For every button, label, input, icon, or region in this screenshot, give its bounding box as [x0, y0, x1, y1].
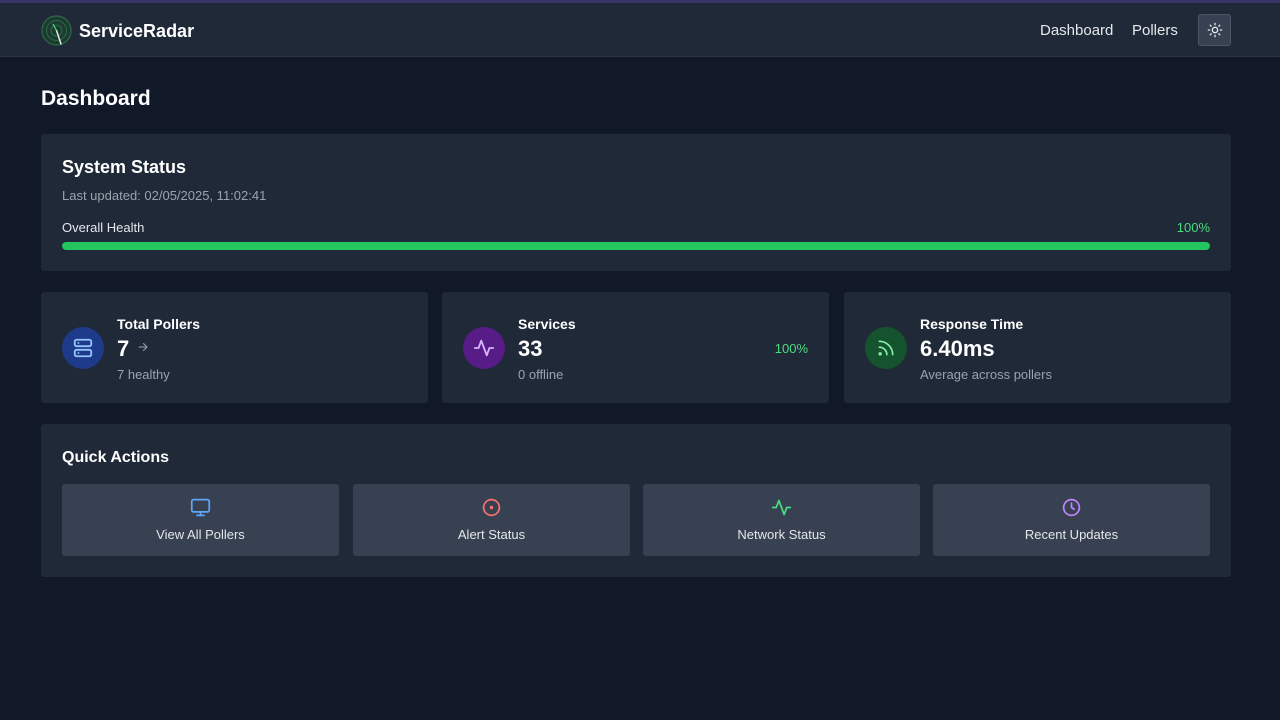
alert-circle-icon: [482, 498, 501, 517]
stat-value: 33: [518, 336, 543, 361]
stat-card-total-pollers[interactable]: Total Pollers 7 7 healthy: [41, 292, 428, 403]
stat-icon-wrapper: [62, 327, 104, 369]
quick-action-label: View All Pollers: [156, 527, 245, 542]
sun-icon: [1207, 22, 1222, 38]
overall-health-value: 100%: [1176, 220, 1210, 235]
quick-actions-title: Quick Actions: [62, 449, 169, 466]
overall-health-label: Overall Health: [62, 220, 145, 235]
network-status-button[interactable]: Network Status: [643, 484, 920, 556]
view-all-pollers-button[interactable]: View All Pollers: [62, 484, 339, 556]
page-title: Dashboard: [41, 87, 151, 110]
quick-action-label: Alert Status: [457, 527, 526, 542]
nav-link-pollers[interactable]: Pollers: [1132, 22, 1178, 39]
stat-value: 7: [117, 336, 130, 361]
services-percent: 100%: [774, 341, 808, 356]
stat-card-services[interactable]: Services 33 100% 0 offline: [442, 292, 829, 403]
last-updated-text: Last updated: 02/05/2025, 11:02:41: [62, 188, 267, 203]
rss-icon: [878, 340, 894, 356]
recent-updates-button[interactable]: Recent Updates: [933, 484, 1210, 556]
quick-action-label: Network Status: [737, 527, 826, 542]
health-progress-bar: [62, 242, 1210, 250]
radar-logo-icon: [41, 15, 72, 46]
stat-subtext: 0 offline: [518, 367, 564, 382]
activity-icon: [771, 499, 792, 516]
app-brand[interactable]: ServiceRadar: [79, 21, 194, 42]
stat-title: Response Time: [920, 316, 1024, 332]
clock-icon: [1062, 498, 1081, 517]
stat-icon-wrapper: [463, 327, 505, 369]
health-progress-fill: [62, 242, 1210, 250]
navbar: ServiceRadar Dashboard Pollers: [0, 3, 1280, 57]
system-status-card: System Status Last updated: 02/05/2025, …: [41, 134, 1231, 271]
stat-title: Total Pollers: [117, 316, 200, 332]
arrow-right-icon[interactable]: [137, 341, 149, 353]
quick-action-label: Recent Updates: [1024, 527, 1119, 542]
stat-value: 6.40ms: [920, 336, 995, 361]
alert-status-button[interactable]: Alert Status: [353, 484, 630, 556]
activity-icon: [473, 339, 495, 357]
stat-icon-wrapper: [865, 327, 907, 369]
server-icon: [73, 338, 93, 358]
quick-actions-card: Quick Actions View All Pollers Alert Sta…: [41, 424, 1231, 577]
system-status-title: System Status: [62, 157, 187, 177]
stat-card-response-time[interactable]: Response Time 6.40ms Average across poll…: [844, 292, 1231, 403]
theme-toggle-button[interactable]: [1198, 14, 1231, 46]
monitor-icon: [190, 498, 211, 517]
nav-link-dashboard[interactable]: Dashboard: [1040, 22, 1113, 39]
stat-subtext: 7 healthy: [117, 367, 170, 382]
stat-title: Services: [518, 316, 576, 332]
stat-subtext: Average across pollers: [920, 367, 1052, 382]
